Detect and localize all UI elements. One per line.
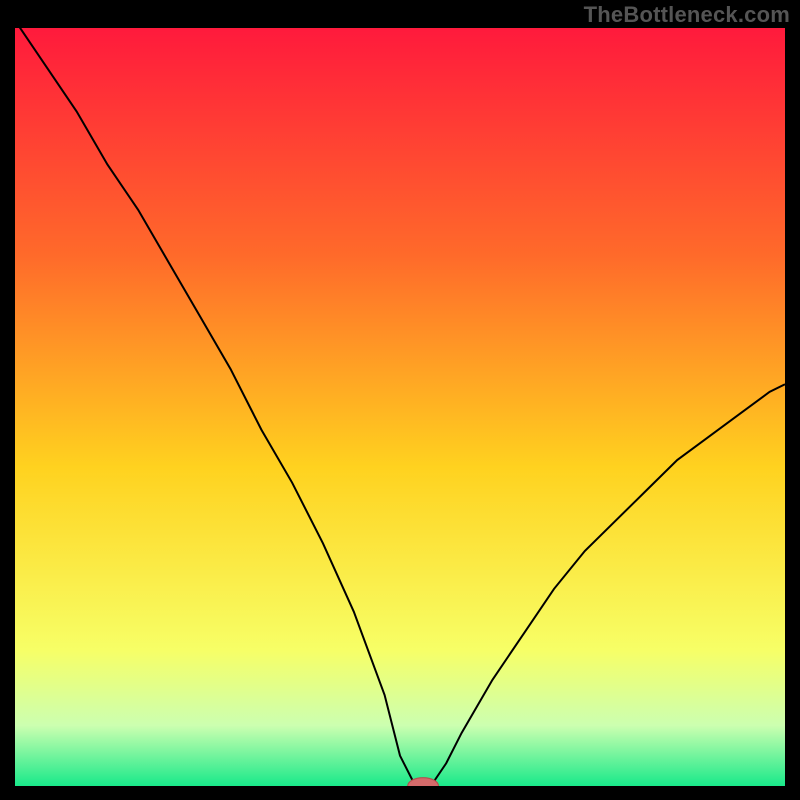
chart-frame: TheBottleneck.com [0,0,800,800]
watermark-text: TheBottleneck.com [584,2,790,28]
plot-area [15,28,785,786]
gradient-background [15,28,785,786]
bottleneck-chart [15,28,785,786]
